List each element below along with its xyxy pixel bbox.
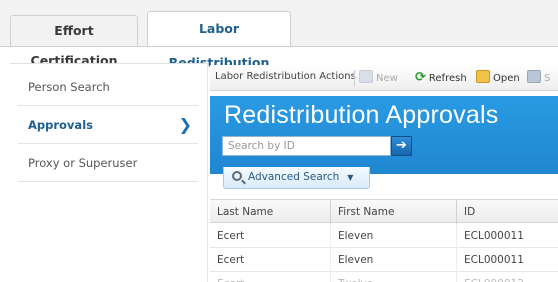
tab-bar: Effort Certification Labor Redistributio… (0, 0, 558, 70)
toolbar-title: Labor Redistribution Actions (215, 71, 356, 82)
grid-header: Last Name First Name ID (210, 199, 558, 224)
actions-toolbar: Labor Redistribution Actions New ⟳ Refres… (210, 65, 558, 91)
left-nav: Person Search Approvals ❯ Proxy or Super… (10, 63, 207, 282)
open-button-label: Open (493, 73, 520, 84)
new-document-icon (359, 70, 373, 83)
refresh-button[interactable]: ⟳ Refresh (415, 70, 467, 86)
refresh-button-label: Refresh (428, 73, 467, 84)
cell-last-name: Ecert (217, 230, 245, 242)
nav-item-approvals[interactable]: Approvals ❯ (18, 106, 198, 144)
search-input[interactable] (222, 136, 391, 156)
nav-item-proxy-superuser[interactable]: Proxy or Superuser (18, 144, 198, 182)
table-row[interactable]: Ecert Twelve ECL000012 (210, 272, 558, 282)
tab-effort-certification[interactable]: Effort Certification (10, 15, 138, 68)
chevron-down-icon: ▼ (347, 173, 354, 182)
cell-id: ECL000011 (456, 224, 558, 248)
save-icon (527, 70, 541, 83)
advanced-search-toggle[interactable]: Advanced Search ▼ (223, 167, 370, 189)
folder-icon (476, 70, 490, 83)
refresh-icon: ⟳ (415, 70, 426, 85)
arrow-right-icon: ➔ (396, 138, 407, 153)
tab-labor-redistribution[interactable]: Labor Redistribution (147, 11, 291, 70)
cell-id: ECL000011 (456, 248, 558, 272)
table-row[interactable]: Ecert Eleven ECL000011 (210, 248, 558, 272)
new-button[interactable]: New (359, 70, 398, 86)
cell-first-name: Twelve (330, 272, 456, 282)
panel-divider (207, 63, 208, 282)
cell-id: ECL000012 (456, 272, 558, 282)
open-button[interactable]: Open (476, 70, 520, 86)
column-header-last-name[interactable]: Last Name (210, 200, 330, 224)
table-row[interactable]: Ecert Eleven ECL000011 (210, 224, 558, 248)
advanced-search-label: Advanced Search (248, 171, 340, 183)
nav-item-label: Person Search (28, 80, 110, 94)
approvals-banner: Redistribution Approvals ➔ (210, 96, 558, 174)
column-header-id[interactable]: ID (456, 200, 558, 224)
save-button[interactable]: S (527, 70, 550, 86)
cell-last-name: Ecert (210, 272, 330, 282)
cell-first-name: Eleven (330, 248, 456, 272)
nav-item-label: Approvals (28, 118, 93, 132)
save-button-label: S (544, 73, 551, 84)
new-button-label: New (376, 73, 398, 84)
column-header-first-name[interactable]: First Name (330, 200, 456, 224)
approvals-grid: Last Name First Name ID Ecert Eleven ECL… (210, 199, 558, 282)
cell-first-name: Eleven (330, 224, 456, 248)
tab-bar-divider (0, 46, 558, 47)
toolbar-separator (354, 70, 355, 86)
nav-item-person-search[interactable]: Person Search (18, 68, 198, 106)
cell-last-name: Ecert (217, 254, 245, 266)
nav-item-label: Proxy or Superuser (28, 156, 138, 170)
search-icon (232, 171, 242, 181)
search-go-button[interactable]: ➔ (391, 136, 412, 156)
page-title: Redistribution Approvals (224, 101, 499, 129)
chevron-right-icon: ❯ (178, 115, 192, 134)
